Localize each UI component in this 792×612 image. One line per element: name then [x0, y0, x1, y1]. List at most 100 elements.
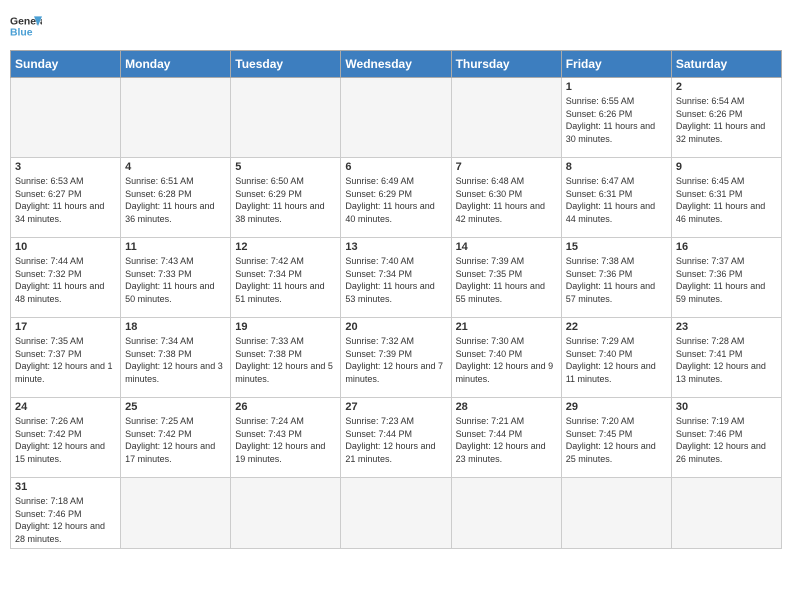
- day-info: Sunrise: 7:32 AMSunset: 7:39 PMDaylight:…: [345, 335, 446, 385]
- weekday-header-thursday: Thursday: [451, 51, 561, 78]
- calendar-cell: 21 Sunrise: 7:30 AMSunset: 7:40 PMDayligh…: [451, 318, 561, 398]
- day-number: 5: [235, 161, 336, 173]
- day-info: Sunrise: 7:42 AMSunset: 7:34 PMDaylight:…: [235, 255, 336, 305]
- calendar-cell: [11, 78, 121, 158]
- day-number: 31: [15, 481, 116, 493]
- calendar-cell: 18 Sunrise: 7:34 AMSunset: 7:38 PMDayligh…: [121, 318, 231, 398]
- calendar-cell: 26 Sunrise: 7:24 AMSunset: 7:43 PMDayligh…: [231, 398, 341, 478]
- day-number: 9: [676, 161, 777, 173]
- day-info: Sunrise: 7:25 AMSunset: 7:42 PMDaylight:…: [125, 415, 226, 465]
- calendar-cell: [671, 478, 781, 549]
- day-info: Sunrise: 6:48 AMSunset: 6:30 PMDaylight:…: [456, 175, 557, 225]
- day-info: Sunrise: 6:55 AMSunset: 6:26 PMDaylight:…: [566, 95, 667, 145]
- day-info: Sunrise: 6:54 AMSunset: 6:26 PMDaylight:…: [676, 95, 777, 145]
- day-info: Sunrise: 7:26 AMSunset: 7:42 PMDaylight:…: [15, 415, 116, 465]
- day-number: 13: [345, 241, 446, 253]
- day-number: 16: [676, 241, 777, 253]
- day-info: Sunrise: 7:20 AMSunset: 7:45 PMDaylight:…: [566, 415, 667, 465]
- calendar-cell: 3Sunrise: 6:53 AMSunset: 6:27 PMDaylight…: [11, 158, 121, 238]
- calendar-cell: [121, 78, 231, 158]
- calendar-cell: [231, 78, 341, 158]
- day-info: Sunrise: 7:19 AMSunset: 7:46 PMDaylight:…: [676, 415, 777, 465]
- day-number: 25: [125, 401, 226, 413]
- calendar-cell: 2 Sunrise: 6:54 AMSunset: 6:26 PMDaylight…: [671, 78, 781, 158]
- page-header: General Blue: [10, 10, 782, 42]
- weekday-header-sunday: Sunday: [11, 51, 121, 78]
- day-number: 14: [456, 241, 557, 253]
- day-number: 23: [676, 321, 777, 333]
- weekday-header-monday: Monday: [121, 51, 231, 78]
- calendar-cell: 4 Sunrise: 6:51 AMSunset: 6:28 PMDaylight…: [121, 158, 231, 238]
- calendar-cell: [451, 478, 561, 549]
- day-info: Sunrise: 7:44 AMSunset: 7:32 PMDaylight:…: [15, 255, 116, 305]
- day-info: Sunrise: 7:28 AMSunset: 7:41 PMDaylight:…: [676, 335, 777, 385]
- calendar-cell: 20 Sunrise: 7:32 AMSunset: 7:39 PMDayligh…: [341, 318, 451, 398]
- day-info: Sunrise: 7:37 AMSunset: 7:36 PMDaylight:…: [676, 255, 777, 305]
- day-info: Sunrise: 7:34 AMSunset: 7:38 PMDaylight:…: [125, 335, 226, 385]
- calendar-cell: [231, 478, 341, 549]
- day-number: 10: [15, 241, 116, 253]
- weekday-header-wednesday: Wednesday: [341, 51, 451, 78]
- day-number: 15: [566, 241, 667, 253]
- calendar-cell: 14 Sunrise: 7:39 AMSunset: 7:35 PMDayligh…: [451, 238, 561, 318]
- day-number: 18: [125, 321, 226, 333]
- weekday-header-saturday: Saturday: [671, 51, 781, 78]
- calendar-cell: 11 Sunrise: 7:43 AMSunset: 7:33 PMDayligh…: [121, 238, 231, 318]
- day-number: 29: [566, 401, 667, 413]
- day-info: Sunrise: 6:49 AMSunset: 6:29 PMDaylight:…: [345, 175, 446, 225]
- day-number: 8: [566, 161, 667, 173]
- day-number: 22: [566, 321, 667, 333]
- day-number: 7: [456, 161, 557, 173]
- generalblue-logo-icon: General Blue: [10, 10, 42, 42]
- calendar-cell: 27 Sunrise: 7:23 AMSunset: 7:44 PMDayligh…: [341, 398, 451, 478]
- calendar-cell: 15 Sunrise: 7:38 AMSunset: 7:36 PMDayligh…: [561, 238, 671, 318]
- day-info: Sunrise: 6:47 AMSunset: 6:31 PMDaylight:…: [566, 175, 667, 225]
- day-info: Sunrise: 6:51 AMSunset: 6:28 PMDaylight:…: [125, 175, 226, 225]
- calendar-cell: 28Sunrise: 7:21 AMSunset: 7:44 PMDayligh…: [451, 398, 561, 478]
- day-number: 24: [15, 401, 116, 413]
- calendar-cell: 24 Sunrise: 7:26 AMSunset: 7:42 PMDayligh…: [11, 398, 121, 478]
- day-number: 21: [456, 321, 557, 333]
- day-info: Sunrise: 7:23 AMSunset: 7:44 PMDaylight:…: [345, 415, 446, 465]
- calendar-cell: [561, 478, 671, 549]
- calendar-cell: 19Sunrise: 7:33 AMSunset: 7:38 PMDayligh…: [231, 318, 341, 398]
- calendar-cell: [341, 478, 451, 549]
- day-number: 19: [235, 321, 336, 333]
- calendar-cell: 1 Sunrise: 6:55 AMSunset: 6:26 PMDaylight…: [561, 78, 671, 158]
- calendar-cell: 9 Sunrise: 6:45 AMSunset: 6:31 PMDaylight…: [671, 158, 781, 238]
- day-info: Sunrise: 7:39 AMSunset: 7:35 PMDaylight:…: [456, 255, 557, 305]
- calendar-cell: 22 Sunrise: 7:29 AMSunset: 7:40 PMDayligh…: [561, 318, 671, 398]
- day-number: 30: [676, 401, 777, 413]
- day-info: Sunrise: 7:18 AMSunset: 7:46 PMDaylight:…: [15, 495, 116, 545]
- day-number: 1: [566, 81, 667, 93]
- day-number: 27: [345, 401, 446, 413]
- calendar-cell: 29 Sunrise: 7:20 AMSunset: 7:45 PMDayligh…: [561, 398, 671, 478]
- calendar-cell: 23 Sunrise: 7:28 AMSunset: 7:41 PMDayligh…: [671, 318, 781, 398]
- logo: General Blue: [10, 10, 42, 42]
- calendar-cell: 10 Sunrise: 7:44 AMSunset: 7:32 PMDayligh…: [11, 238, 121, 318]
- day-number: 6: [345, 161, 446, 173]
- day-number: 2: [676, 81, 777, 93]
- calendar-cell: [341, 78, 451, 158]
- day-number: 26: [235, 401, 336, 413]
- day-info: Sunrise: 7:43 AMSunset: 7:33 PMDaylight:…: [125, 255, 226, 305]
- weekday-header-tuesday: Tuesday: [231, 51, 341, 78]
- day-number: 12: [235, 241, 336, 253]
- day-info: Sunrise: 7:30 AMSunset: 7:40 PMDaylight:…: [456, 335, 557, 385]
- calendar-cell: [121, 478, 231, 549]
- calendar-cell: 17Sunrise: 7:35 AMSunset: 7:37 PMDayligh…: [11, 318, 121, 398]
- weekday-header-friday: Friday: [561, 51, 671, 78]
- day-number: 11: [125, 241, 226, 253]
- day-info: Sunrise: 7:35 AMSunset: 7:37 PMDaylight:…: [15, 335, 116, 385]
- day-number: 28: [456, 401, 557, 413]
- calendar-cell: 31 Sunrise: 7:18 AMSunset: 7:46 PMDayligh…: [11, 478, 121, 549]
- day-info: Sunrise: 7:24 AMSunset: 7:43 PMDaylight:…: [235, 415, 336, 465]
- day-number: 4: [125, 161, 226, 173]
- calendar-cell: 8 Sunrise: 6:47 AMSunset: 6:31 PMDaylight…: [561, 158, 671, 238]
- day-info: Sunrise: 6:45 AMSunset: 6:31 PMDaylight:…: [676, 175, 777, 225]
- day-info: Sunrise: 7:29 AMSunset: 7:40 PMDaylight:…: [566, 335, 667, 385]
- day-number: 20: [345, 321, 446, 333]
- svg-text:Blue: Blue: [10, 28, 33, 39]
- day-info: Sunrise: 7:38 AMSunset: 7:36 PMDaylight:…: [566, 255, 667, 305]
- calendar-cell: 6 Sunrise: 6:49 AMSunset: 6:29 PMDaylight…: [341, 158, 451, 238]
